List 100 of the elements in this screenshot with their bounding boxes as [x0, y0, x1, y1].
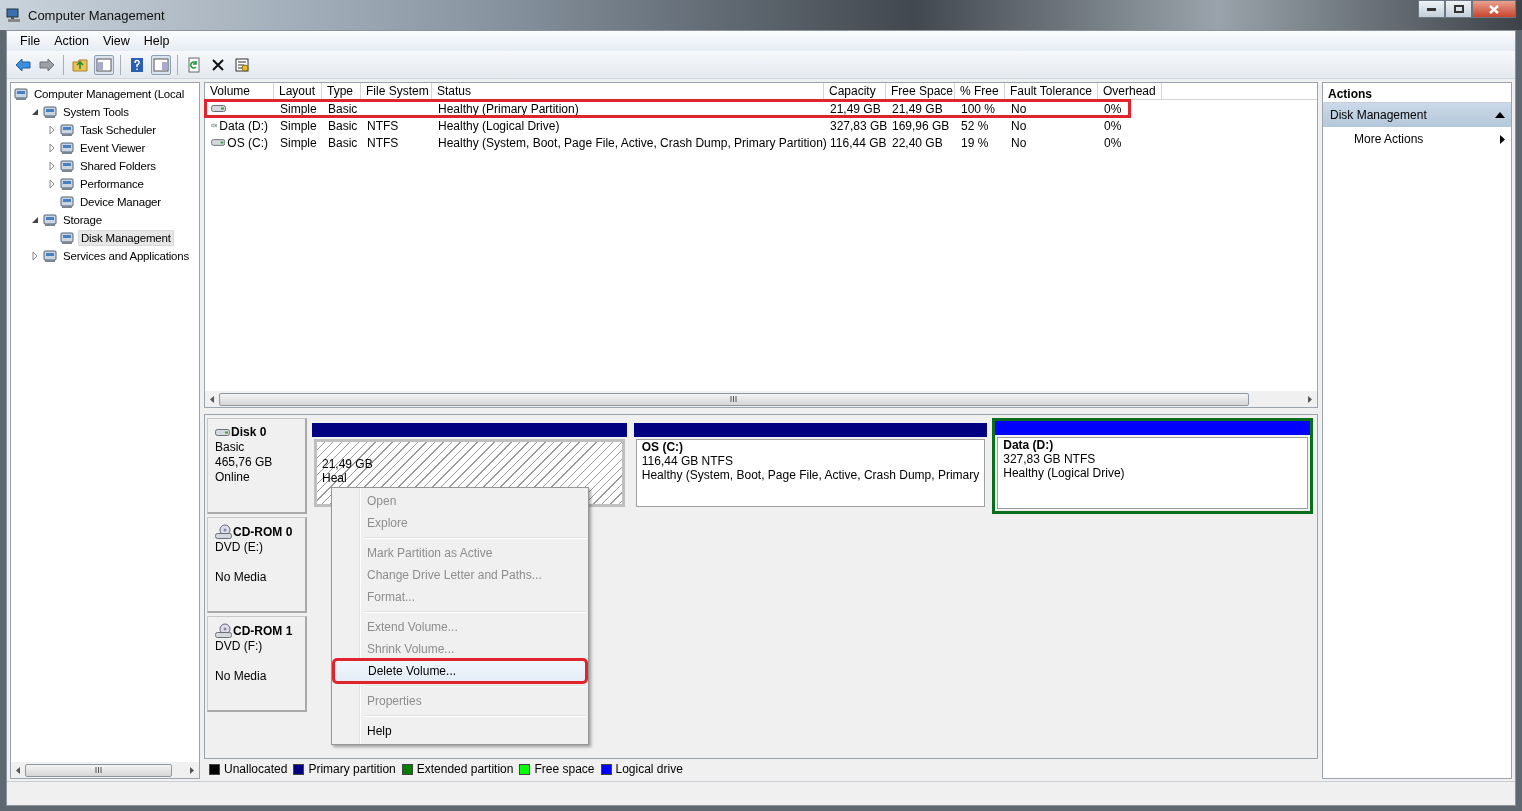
scroll-thumb[interactable] [219, 392, 1249, 406]
table-cell: Healthy (Primary Partition) [438, 101, 579, 116]
delete-icon [210, 56, 226, 73]
properties-icon [234, 56, 250, 73]
disk-name: CD-ROM 1 [233, 623, 293, 639]
disk-type: DVD (F:) [215, 639, 264, 654]
tree-item[interactable]: Event Viewer [78, 141, 148, 155]
drive-icon [215, 428, 230, 437]
panel-button[interactable] [151, 54, 171, 75]
drive-icon [211, 138, 226, 147]
legend-label: Free space [534, 762, 595, 776]
drive-icon [211, 104, 226, 113]
disk-size: 465,76 GB [215, 455, 274, 470]
tree-item[interactable]: Services and Applications [61, 249, 192, 263]
table-cell: 116,44 GB [830, 135, 887, 150]
panel-button[interactable] [94, 54, 114, 75]
table-cell: Simple [280, 118, 317, 133]
table-cell: Basic [328, 101, 358, 116]
disk-name: CD-ROM 0 [233, 524, 293, 540]
partition-name: OS (C:) [641, 440, 685, 454]
node-icon [59, 230, 75, 246]
tree-item[interactable]: Task Scheduler [78, 123, 158, 137]
partition-name: Data (D:) [1003, 438, 1055, 452]
table-cell: No [1011, 135, 1027, 150]
disk-type: Basic [215, 440, 246, 455]
partition-size: 327,83 GB NTFS [1003, 452, 1096, 466]
legend-label: Primary partition [308, 762, 396, 776]
menu-item[interactable]: File [13, 34, 48, 48]
scroll-thumb[interactable] [25, 763, 173, 777]
table-cell: Data (D:) [219, 118, 268, 133]
table-cell: 19 % [961, 135, 989, 150]
node-icon [59, 122, 75, 138]
table-cell: 22,40 GB [892, 135, 943, 150]
grip-icon [730, 396, 738, 402]
tree-item[interactable]: System Tools [61, 105, 131, 119]
menu-item[interactable]: Delete Volume... [334, 660, 586, 682]
table-cell: Healthy (Logical Drive) [438, 118, 560, 133]
table-cell: No [1011, 118, 1027, 133]
minimize-icon [1427, 7, 1436, 11]
computer-icon [6, 7, 22, 23]
back-icon [15, 56, 31, 73]
actions-section[interactable]: Disk Management [1323, 103, 1511, 127]
forward-icon [39, 56, 55, 73]
grip-icon [95, 767, 103, 773]
disk-status: No Media [215, 570, 268, 585]
minimize-button[interactable] [1418, 0, 1445, 18]
maximize-button[interactable] [1445, 0, 1472, 18]
node-icon [59, 158, 75, 174]
tree-item[interactable]: Device Manager [78, 195, 163, 209]
table-cell: Healthy (System, Boot, Page File, Active, Crash Dump, Primary Partition) [438, 135, 827, 150]
menu-item[interactable]: Help [334, 720, 586, 742]
table-cell: NTFS [367, 135, 399, 150]
menu-item[interactable]: Help [136, 34, 177, 48]
legend-label: Unallocated [224, 762, 288, 776]
help-icon [129, 56, 145, 73]
partition-status: Healthy (System, Boot, Page File, Active, Crash Dump, Primary [641, 468, 980, 482]
partition[interactable]: Data (D:) 327,83 GB NTFS Healthy (Logical Drive) [992, 418, 1313, 514]
menu-item[interactable]: Action [47, 34, 96, 48]
tree-item[interactable]: Computer Management (Local [32, 87, 187, 101]
disk-status: No Media [215, 669, 268, 684]
table-cell: NTFS [367, 118, 399, 133]
drive-icon [211, 121, 218, 130]
tree-item[interactable]: Performance [78, 177, 146, 191]
cd-drive-icon [215, 524, 232, 540]
scroll-left-icon[interactable] [14, 765, 23, 775]
table-cell: OS (C:) [227, 135, 268, 150]
table-cell: 21,49 GB [892, 101, 943, 116]
table-cell: 21,49 GB [830, 101, 881, 116]
partition-size: 116,44 GB NTFS [641, 454, 733, 468]
window-title: Computer Management [28, 7, 165, 23]
node-icon [42, 248, 58, 264]
scroll-left-icon[interactable] [208, 394, 217, 404]
table-cell: 0% [1104, 118, 1122, 133]
table-cell: 0% [1104, 135, 1122, 150]
table-cell: 169,96 GB [892, 118, 950, 133]
refresh-icon [186, 56, 202, 73]
table-cell: 327,83 GB [830, 118, 888, 133]
cd-drive-icon [215, 623, 232, 639]
partition-status: Healthy (Logical Drive) [1003, 466, 1125, 480]
table-cell: 100 % [961, 101, 996, 116]
tree-item[interactable]: Storage [61, 213, 104, 227]
table-cell: No [1011, 101, 1027, 116]
tree-item[interactable]: Disk Management [78, 230, 174, 246]
scroll-right-icon[interactable] [1305, 394, 1314, 404]
table-cell: 52 % [961, 118, 989, 133]
tree-item[interactable]: Shared Folders [78, 159, 158, 173]
partition-size: 21,49 GB [322, 457, 373, 471]
table-cell: Simple [280, 101, 317, 116]
panel-icon [96, 56, 112, 73]
maximize-icon [1453, 5, 1464, 13]
scroll-right-icon[interactable] [187, 765, 196, 775]
close-icon [1489, 4, 1499, 14]
menu-item[interactable]: View [95, 34, 137, 48]
disk-name: Disk 0 [231, 425, 267, 440]
panel-icon [153, 56, 169, 73]
close-button[interactable] [1472, 0, 1516, 18]
node-icon [13, 86, 29, 102]
action-item[interactable]: More Actions [1323, 127, 1511, 151]
node-icon [59, 140, 75, 156]
node-icon [42, 212, 58, 228]
